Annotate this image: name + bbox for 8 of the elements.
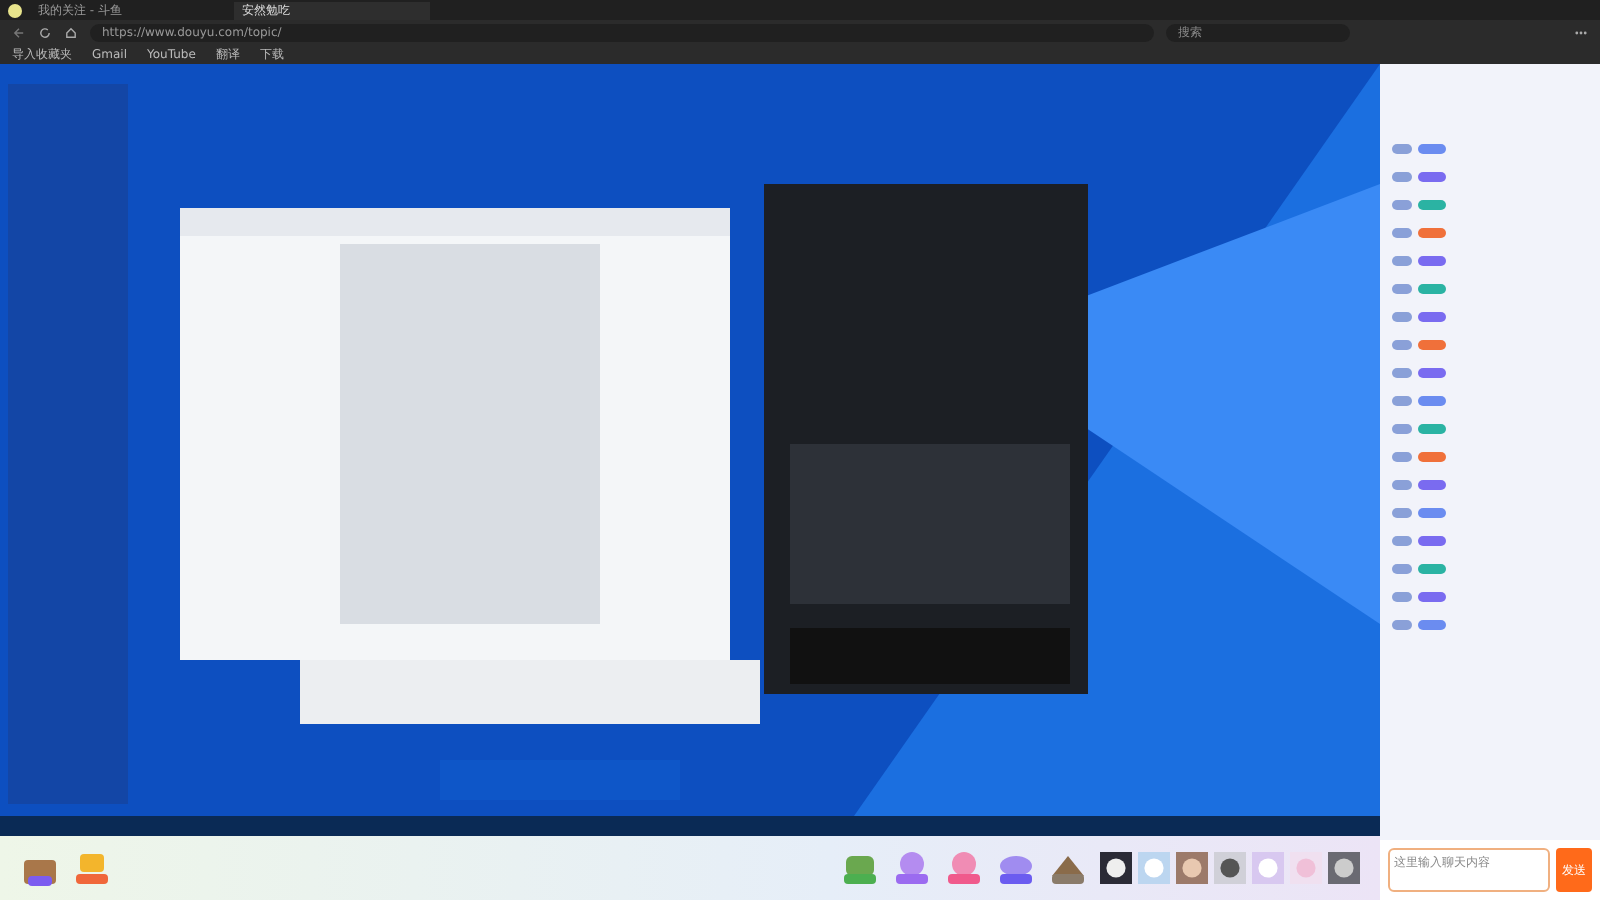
profile-icon[interactable] — [8, 3, 22, 17]
back-icon[interactable] — [12, 25, 26, 39]
avatar-icon[interactable] — [1100, 852, 1132, 884]
gift-icon[interactable] — [72, 848, 112, 888]
gift-icon[interactable] — [944, 848, 984, 888]
reload-icon[interactable] — [38, 25, 52, 39]
home-icon[interactable] — [64, 25, 78, 39]
gift-icon[interactable] — [892, 848, 932, 888]
